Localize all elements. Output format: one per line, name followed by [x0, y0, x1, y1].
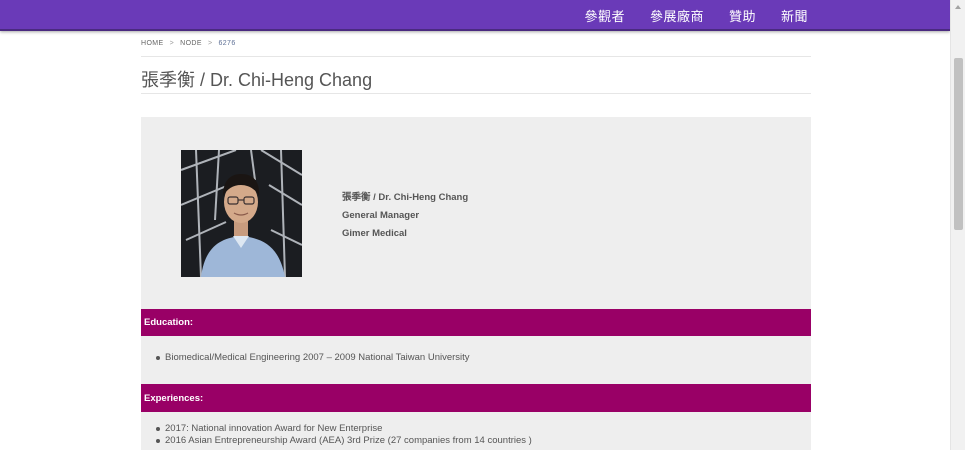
list-item: 2017: National innovation Award for New …	[155, 423, 532, 435]
divider	[141, 56, 811, 57]
experiences-header: Experiences:	[141, 384, 811, 412]
profile-name: 張季衡 / Dr. Chi-Heng Chang	[342, 192, 469, 203]
list-item: Biomedical/Medical Engineering 2007 – 20…	[155, 352, 470, 364]
top-navigation-bar: 參觀者 參展廠商 贊助 新聞	[0, 0, 950, 31]
profile-position: General Manager	[342, 210, 420, 221]
breadcrumb-current: 6276	[218, 40, 236, 47]
profile-company: Gimer Medical	[342, 228, 407, 239]
nav-item-visitors[interactable]: 參觀者	[584, 6, 625, 25]
nav-item-news[interactable]: 新聞	[781, 6, 808, 25]
breadcrumb-separator: >	[207, 40, 213, 47]
education-header: Education:	[141, 309, 811, 336]
main-nav: 參觀者 參展廠商 贊助 新聞	[559, 0, 808, 31]
nav-item-exhibitors[interactable]: 參展廠商	[650, 6, 704, 25]
breadcrumb: HOME > NODE > 6276	[141, 40, 236, 47]
experiences-list: 2017: National innovation Award for New …	[155, 423, 532, 447]
breadcrumb-separator: >	[169, 40, 175, 47]
nav-item-sponsors[interactable]: 贊助	[729, 6, 756, 25]
profile-panel: 張季衡 / Dr. Chi-Heng Chang General Manager…	[141, 117, 811, 450]
scrollbar-thumb[interactable]	[954, 58, 963, 230]
profile-photo	[181, 150, 302, 277]
scroll-up-arrow-icon[interactable]	[951, 0, 965, 15]
breadcrumb-home[interactable]: HOME	[141, 40, 164, 47]
list-item: 2016 Asian Entrepreneurship Award (AEA) …	[155, 435, 532, 447]
breadcrumb-node[interactable]: NODE	[180, 40, 202, 47]
vertical-scrollbar[interactable]	[950, 0, 965, 450]
education-list: Biomedical/Medical Engineering 2007 – 20…	[155, 352, 470, 364]
divider	[141, 93, 811, 94]
profile-info: 張季衡 / Dr. Chi-Heng Chang General Manager…	[342, 189, 468, 243]
page-title: 張季衡 / Dr. Chi-Heng Chang	[141, 70, 373, 90]
